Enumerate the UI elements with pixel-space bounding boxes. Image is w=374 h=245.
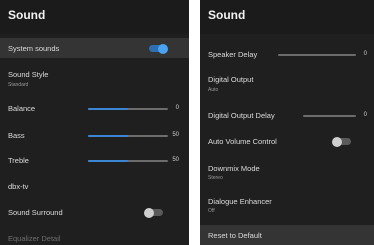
setting-sound-surround[interactable]: Sound Surround — [0, 203, 189, 223]
slider-value: 50 — [172, 132, 179, 138]
balance-slider[interactable] — [88, 108, 168, 110]
setting-label: Reset to Default — [208, 231, 262, 240]
auto-volume-toggle[interactable] — [332, 136, 351, 147]
sound-surround-toggle[interactable] — [144, 207, 163, 218]
bass-slider[interactable] — [88, 135, 168, 137]
setting-equalizer-detail: Equalizer Detail — [0, 231, 189, 245]
setting-label: Sound Style — [8, 70, 49, 79]
digital-output-delay-slider[interactable] — [303, 115, 356, 117]
setting-label: Digital Output — [208, 75, 254, 84]
setting-bass[interactable]: Bass 50 — [0, 127, 189, 145]
setting-label: Treble — [8, 156, 29, 165]
sound-settings-panel-left: Sound System sounds Sound Style Standard… — [0, 0, 189, 245]
setting-label: Balance — [8, 104, 36, 113]
setting-value: Auto — [208, 87, 219, 93]
setting-label: Downmix Mode — [208, 164, 260, 173]
setting-system-sounds[interactable]: System sounds — [0, 38, 189, 58]
setting-value: Standard — [8, 82, 29, 88]
slider-fill — [88, 108, 128, 110]
sound-settings-panel-right: Sound Speaker Delay 0 Digital Output Aut… — [200, 0, 374, 245]
slider-value: 50 — [172, 157, 179, 163]
setting-balance[interactable]: Balance 0 — [0, 100, 189, 118]
setting-sound-style[interactable]: Sound Style Standard — [0, 64, 189, 92]
setting-label: Dialogue Enhancer — [208, 197, 272, 206]
reset-to-default-button[interactable]: Reset to Default — [200, 225, 374, 245]
slider-fill — [88, 160, 128, 162]
setting-label: Sound Surround — [8, 208, 63, 217]
setting-value: Stereo — [208, 175, 223, 181]
setting-dialogue-enhancer[interactable]: Dialogue Enhancer Off — [200, 193, 374, 219]
setting-digital-output-delay[interactable]: Digital Output Delay 0 — [200, 108, 374, 124]
setting-downmix-mode[interactable]: Downmix Mode Stereo — [200, 160, 374, 186]
slider-value: 0 — [363, 51, 367, 57]
setting-label: Equalizer Detail — [8, 234, 61, 243]
setting-label: Digital Output Delay — [208, 111, 275, 120]
page-title: Sound — [208, 8, 246, 22]
setting-treble[interactable]: Treble 50 — [0, 152, 189, 170]
toggle-knob — [332, 136, 342, 147]
slider-value: 0 — [175, 105, 179, 111]
setting-label: dbx-tv — [8, 182, 29, 191]
setting-label: Bass — [8, 131, 25, 140]
setting-label: System sounds — [8, 44, 60, 53]
toggle-knob — [144, 207, 154, 218]
setting-dbx-tv[interactable]: dbx-tv — [0, 178, 189, 196]
slider-value: 0 — [363, 112, 367, 118]
setting-digital-output[interactable]: Digital Output Auto — [200, 70, 374, 98]
system-sounds-toggle[interactable] — [149, 43, 168, 54]
slider-fill — [88, 135, 128, 137]
panel-header: Sound — [200, 0, 374, 34]
setting-auto-volume-control[interactable]: Auto Volume Control — [200, 132, 374, 150]
treble-slider[interactable] — [88, 160, 168, 162]
setting-label: Auto Volume Control — [208, 137, 277, 146]
setting-speaker-delay[interactable]: Speaker Delay 0 — [200, 46, 374, 62]
page-title: Sound — [8, 8, 46, 22]
panel-header: Sound — [0, 0, 189, 34]
setting-value: Off — [208, 208, 215, 214]
toggle-knob — [158, 43, 168, 54]
setting-label: Speaker Delay — [208, 50, 258, 59]
speaker-delay-slider[interactable] — [278, 54, 356, 56]
